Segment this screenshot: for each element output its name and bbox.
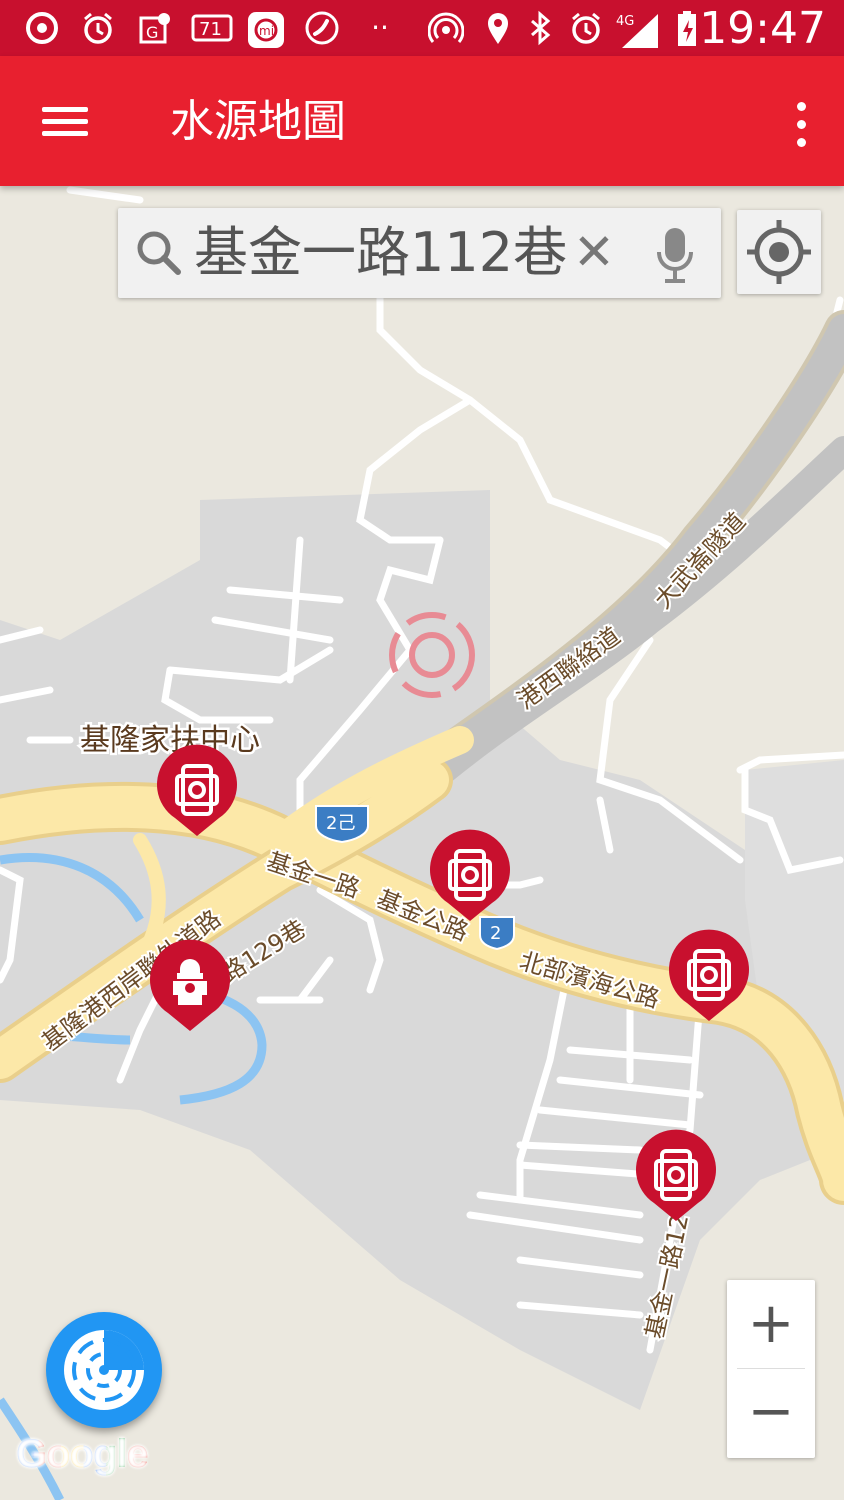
map-view[interactable]: 港西聯絡道 大武崙隧道 基金一路 基金公路 北部濱海公路 基隆港西岸聯外道路 路…	[0, 186, 844, 1500]
zoom-in-button[interactable]: +	[727, 1280, 815, 1368]
maps-icon: G	[136, 10, 172, 46]
svg-text:2己: 2己	[326, 813, 355, 834]
google-logo: Google	[16, 1432, 149, 1477]
mi-icon: mi	[246, 10, 286, 48]
map-canvas[interactable]: 港西聯絡道 大武崙隧道 基金一路 基金公路 北部濱海公路 基隆港西岸聯外道路 路…	[0, 186, 844, 1500]
google-attribution: Google	[16, 1432, 149, 1476]
alarm-icon	[80, 10, 116, 46]
search-bar[interactable]: 基金一路112巷 ✕	[118, 208, 721, 298]
search-input[interactable]: 基金一路112巷	[194, 218, 567, 288]
hamburger-menu-icon[interactable]	[30, 91, 90, 151]
route-shield: 2己	[315, 805, 369, 844]
app-bar: 水源地圖	[0, 56, 844, 186]
more-dots-icon: ··	[371, 11, 389, 44]
route-shield: 2	[479, 916, 515, 951]
svg-text:mi: mi	[259, 24, 274, 38]
svg-text:2: 2	[490, 923, 501, 944]
zoom-controls: + −	[727, 1280, 815, 1458]
more-vert-icon[interactable]	[786, 96, 816, 152]
svg-text:71: 71	[199, 19, 222, 40]
phone-icon	[304, 10, 340, 46]
location-icon	[480, 10, 516, 46]
mic-icon[interactable]	[653, 226, 697, 284]
alarm-icon	[568, 10, 604, 46]
clear-search-button[interactable]: ✕	[573, 222, 615, 282]
page-title: 水源地圖	[170, 96, 346, 147]
place-label: 基隆家扶中心	[80, 723, 260, 758]
svg-text:4G: 4G	[616, 14, 634, 29]
status-clock: 19:47	[699, 3, 826, 54]
search-icon[interactable]	[134, 228, 184, 278]
chrome-icon	[24, 10, 60, 46]
zoom-out-button[interactable]: −	[727, 1368, 815, 1456]
status-bar: G 71 mi ·· 4G 19:47	[0, 0, 844, 56]
temperature-71-icon: 71	[190, 10, 234, 46]
svg-text:G: G	[146, 23, 158, 42]
signal-icon: 4G	[614, 10, 660, 48]
hotspot-icon	[427, 10, 465, 46]
radar-scan-icon[interactable]	[46, 1312, 162, 1428]
my-location-icon[interactable]	[737, 210, 821, 294]
battery-charging-icon	[672, 10, 702, 46]
bluetooth-icon	[522, 10, 558, 46]
